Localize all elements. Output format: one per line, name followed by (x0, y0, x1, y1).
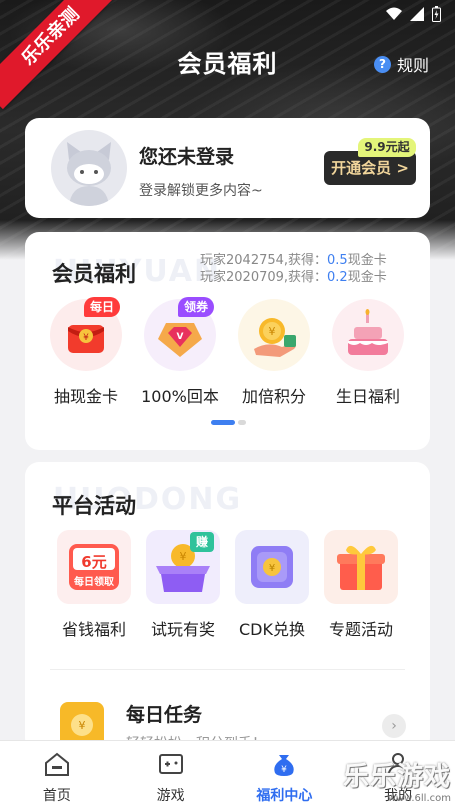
diamond-icon: V 领券 (144, 297, 216, 371)
purple-envelope-icon: ¥ (235, 530, 309, 604)
coupon-6-icon: 6元 每日领取 (57, 530, 131, 604)
activities-title: 平台活动 (52, 494, 136, 518)
wifi-icon (386, 7, 402, 20)
activity-label: 省钱福利 (61, 620, 126, 639)
activity-item-special[interactable]: 专题活动 (316, 530, 406, 640)
tab-home[interactable]: 首页 (0, 741, 114, 808)
svg-text:¥: ¥ (269, 563, 275, 574)
tab-label: 游戏 (156, 788, 185, 804)
benefit-label: 100%回本 (141, 387, 219, 406)
benefit-item-double-points[interactable]: ¥ 加倍积分 (229, 299, 319, 407)
coupon-caption: 每日领取 (74, 577, 114, 588)
login-subtitle: 登录解锁更多内容~ (139, 183, 263, 199)
home-icon (44, 752, 69, 776)
tab-label: 首页 (42, 788, 71, 804)
benefit-label: 抽现金卡 (53, 387, 118, 406)
red-envelope-icon: ¥ 每日 (50, 297, 122, 371)
activity-item-savings[interactable]: 6元 每日领取 省钱福利 (49, 530, 139, 640)
divider (50, 669, 405, 670)
carousel-dot (238, 420, 246, 425)
rules-label: 规则 (396, 56, 429, 75)
benefits-title: 会员福利 (52, 262, 136, 286)
winner-ticker: 玩家2042754,获得：0.5现金卡 玩家2020709,获得：0.2现金卡 (200, 252, 410, 284)
login-title: 您还未登录 (139, 146, 235, 168)
platform-activities-card: HUODONG 平台活动 6元 每日领取 省钱福利 ¥ 赚 试玩有奖 ¥ CDK… (25, 462, 430, 752)
activity-label: CDK兑换 (239, 620, 305, 639)
tab-label: 福利中心 (256, 788, 313, 804)
avatar[interactable] (51, 130, 127, 206)
svg-text:¥: ¥ (83, 333, 89, 343)
svg-text:¥: ¥ (282, 765, 288, 775)
earn-badge: 赚 (189, 532, 214, 552)
benefit-item-payback[interactable]: V 领券 100%回本 (135, 297, 225, 407)
coupon-badge: 领券 (177, 297, 214, 317)
brand-watermark: 乐乐游戏 www.6ll.com (343, 756, 451, 804)
tab-games[interactable]: 游戏 (114, 741, 228, 808)
carousel-dot-active (211, 420, 235, 425)
signal-icon (410, 7, 424, 21)
brand-watermark-url: www.6ll.com (387, 793, 451, 804)
member-benefits-card: HUIYUAN 会员福利 玩家2042754,获得：0.5现金卡 玩家20207… (25, 232, 430, 450)
benefit-label: 加倍积分 (241, 387, 306, 406)
activity-label: 专题活动 (328, 620, 393, 639)
activity-item-cdk[interactable]: ¥ CDK兑换 (227, 530, 317, 640)
birthday-cake-icon (332, 299, 404, 371)
ticker-line: 玩家2042754,获得：0.5现金卡 (200, 253, 387, 268)
vip-price-tag: 9.9元起 (358, 138, 416, 157)
coupon-amount: 6元 (81, 553, 107, 571)
activity-label: 试玩有奖 (150, 620, 215, 639)
ticker-line: 玩家2020709,获得：0.2现金卡 (200, 270, 387, 284)
gift-box-icon (324, 530, 398, 604)
money-bag-icon: ¥ (274, 755, 295, 776)
benefit-label: 生日福利 (335, 387, 400, 406)
gamepad-icon (158, 754, 183, 774)
login-card[interactable]: 您还未登录 登录解锁更多内容~ 开通会员 > 9.9元起 (25, 118, 430, 218)
question-icon: ? (373, 55, 391, 73)
svg-text:¥: ¥ (79, 719, 86, 732)
svg-text:¥: ¥ (180, 550, 187, 563)
brand-watermark-text: 乐乐游戏 (342, 762, 451, 792)
svg-text:¥: ¥ (269, 325, 276, 338)
battery-icon (432, 6, 441, 22)
tab-welfare-center[interactable]: ¥ 福利中心 (228, 741, 342, 808)
activity-item-trial[interactable]: ¥ 赚 试玩有奖 (138, 530, 228, 640)
rules-button[interactable]: ? 规则 (373, 52, 429, 76)
cat-avatar-icon (67, 142, 111, 206)
status-bar (386, 6, 441, 22)
carousel-indicator (211, 420, 246, 425)
benefit-item-cash-card[interactable]: ¥ 每日 抽现金卡 (41, 297, 131, 407)
chevron-right-icon[interactable]: › (382, 714, 406, 738)
daily-badge: 每日 (83, 297, 120, 317)
daily-task-title[interactable]: 每日任务 (126, 700, 202, 727)
benefit-item-birthday[interactable]: 生日福利 (323, 299, 413, 407)
svg-text:V: V (177, 332, 184, 342)
coin-hand-icon: ¥ (238, 299, 310, 371)
coin-box-icon: ¥ 赚 (146, 530, 220, 604)
